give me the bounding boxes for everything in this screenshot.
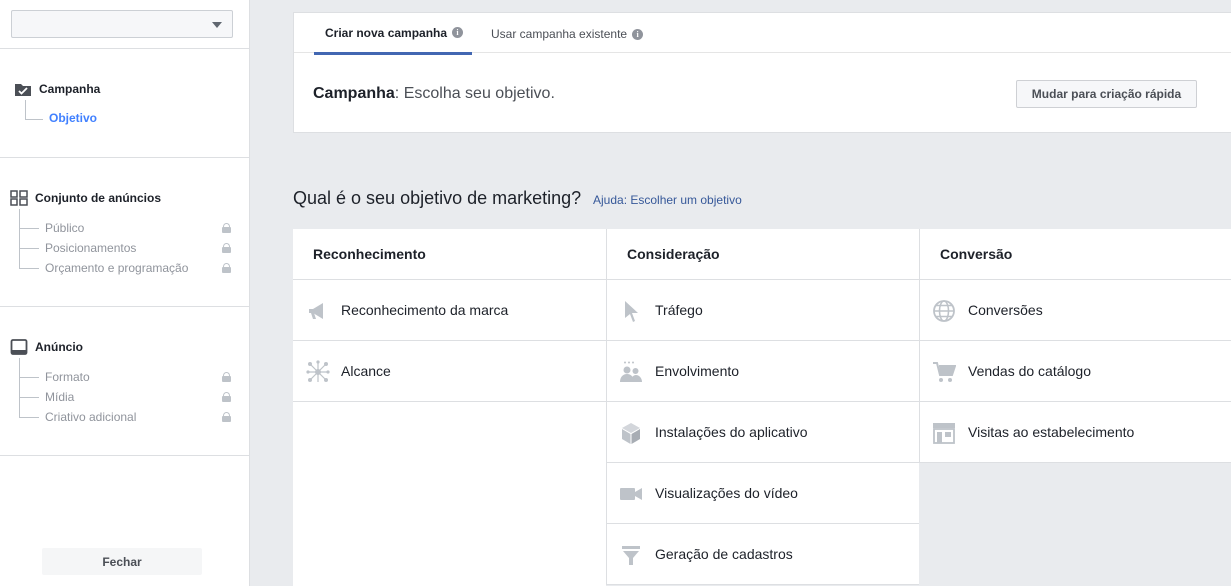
objective-question: Qual é o seu objetivo de marketing? (293, 188, 582, 208)
reach-network-icon (306, 360, 330, 384)
objective-vendas-catalogo[interactable]: Vendas do catálogo (920, 341, 1231, 402)
objective-trafego[interactable]: Tráfego (607, 280, 919, 341)
sidebar-section-conjunto[interactable]: Conjunto de anúncios (10, 190, 161, 206)
lock-icon (222, 392, 231, 402)
objective-visualizacoes-video[interactable]: Visualizações do vídeo (607, 463, 919, 524)
tab-label: Criar nova campanha (325, 25, 448, 40)
ad-screen-icon (10, 339, 28, 355)
tree-line (19, 268, 39, 269)
objective-envolvimento[interactable]: Envolvimento (607, 341, 919, 402)
objective-label: Instalações do aplicativo (655, 424, 808, 440)
account-select[interactable] (11, 10, 233, 38)
funnel-icon (619, 543, 643, 567)
column-heading: Reconhecimento (293, 229, 606, 280)
video-camera-icon (619, 482, 643, 506)
sidebar-item-midia: Mídia (45, 390, 75, 404)
empty-area (293, 402, 606, 586)
lock-icon (222, 263, 231, 273)
column-heading: Consideração (607, 229, 919, 280)
tree-line (19, 397, 39, 398)
lock-icon (222, 412, 231, 422)
sidebar-item-posicionamentos: Posicionamentos (45, 241, 137, 255)
sidebar-section-label: Conjunto de anúncios (35, 191, 161, 205)
objective-label: Vendas do catálogo (968, 363, 1091, 379)
shopping-cart-icon (932, 360, 957, 384)
tree-line (19, 358, 20, 418)
objective-help-link[interactable]: Ajuda: Escolher um objetivo (593, 193, 742, 207)
sidebar-item-orcamento: Orçamento e programação (45, 261, 189, 275)
tree-line (25, 119, 43, 120)
divider (0, 157, 249, 158)
objective-visitas-estabelecimento[interactable]: Visitas ao estabelecimento (920, 402, 1231, 463)
lock-icon (222, 243, 231, 253)
sidebar-item-publico: Público (45, 221, 85, 235)
quick-creation-button[interactable]: Mudar para criação rápida (1016, 80, 1197, 108)
tree-line (19, 377, 39, 378)
column-heading: Conversão (920, 229, 1231, 280)
store-icon (932, 421, 956, 445)
globe-icon (932, 299, 956, 323)
tree-line (19, 228, 39, 229)
cube-icon (619, 421, 643, 445)
cursor-icon (619, 299, 643, 323)
megaphone-icon (306, 299, 330, 323)
column-conversao: Conversão Conversões Vendas do catálogo … (919, 229, 1231, 463)
column-consideracao: Consideração Tráfego Envolvimento Instal… (606, 229, 919, 585)
tree-line (19, 209, 20, 269)
objective-label: Alcance (341, 363, 391, 379)
adset-grid-icon (10, 190, 28, 206)
tab-bar: Criar nova campanha i Usar campanha exis… (294, 13, 1231, 55)
chevron-down-icon (212, 22, 222, 28)
tab-label: Usar campanha existente (491, 27, 628, 41)
objective-reconhecimento-marca[interactable]: Reconhecimento da marca (293, 280, 606, 341)
objective-label: Conversões (968, 302, 1043, 318)
campaign-prefix: Campanha (313, 85, 395, 102)
sidebar-section-label: Anúncio (35, 340, 83, 354)
people-icon (619, 360, 643, 384)
objective-geracao-cadastros[interactable]: Geração de cadastros (607, 524, 919, 585)
sidebar: Campanha Objetivo Conjunto de anúncios P… (0, 0, 250, 586)
sidebar-section-label: Campanha (39, 82, 101, 96)
lock-icon (222, 372, 231, 382)
objective-label: Envolvimento (655, 363, 740, 379)
campaign-panel: Criar nova campanha i Usar campanha exis… (293, 12, 1231, 133)
tab-criar-nova-campanha[interactable]: Criar nova campanha i (314, 13, 472, 55)
column-reconhecimento: Reconhecimento Reconhecimento da marca A… (293, 229, 606, 586)
tree-line (19, 417, 39, 418)
objective-label: Reconhecimento da marca (341, 302, 509, 318)
objective-alcance[interactable]: Alcance (293, 341, 606, 402)
sidebar-section-anuncio[interactable]: Anúncio (10, 339, 83, 355)
divider (0, 48, 249, 49)
divider (0, 455, 249, 456)
objective-grid: Reconhecimento Reconhecimento da marca A… (293, 229, 1231, 586)
lock-icon (222, 223, 231, 233)
campaign-folder-icon (14, 81, 32, 97)
objective-label: Visualizações do vídeo (655, 485, 798, 501)
sidebar-item-criativo: Criativo adicional (45, 410, 137, 424)
campaign-heading: Campanha: Escolha seu objetivo. (313, 85, 555, 103)
objective-label: Tráfego (655, 302, 703, 318)
divider (0, 306, 249, 307)
sidebar-item-objetivo[interactable]: Objetivo (49, 111, 97, 125)
objective-label: Visitas ao estabelecimento (968, 424, 1135, 440)
close-button[interactable]: Fechar (42, 548, 202, 575)
info-icon[interactable]: i (452, 27, 464, 38)
objective-instalacoes-aplicativo[interactable]: Instalações do aplicativo (607, 402, 919, 463)
tab-usar-campanha-existente[interactable]: Usar campanha existente i (491, 13, 644, 55)
tree-line (19, 248, 39, 249)
info-icon[interactable]: i (632, 28, 644, 40)
sidebar-section-campanha[interactable]: Campanha (14, 81, 100, 97)
sidebar-item-formato: Formato (45, 370, 90, 384)
objective-label: Geração de cadastros (655, 546, 793, 562)
objective-conversoes[interactable]: Conversões (920, 280, 1231, 341)
tree-line (25, 100, 26, 119)
campaign-text: : Escolha seu objetivo. (394, 85, 555, 102)
